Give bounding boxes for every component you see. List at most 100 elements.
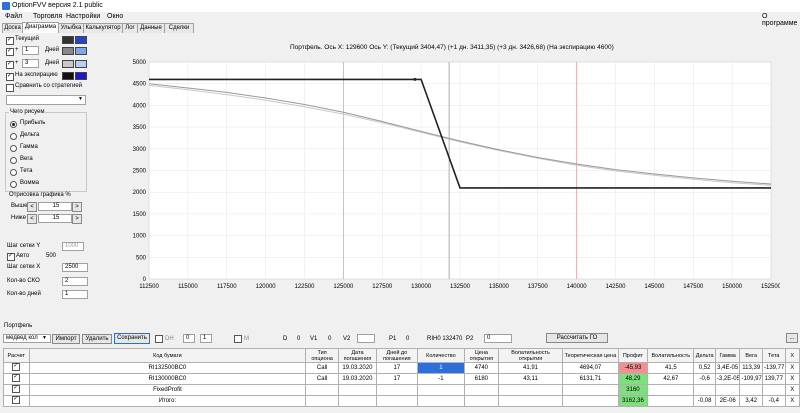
day1-input[interactable]: 1 bbox=[22, 46, 39, 55]
grid-y-input[interactable]: 1000 bbox=[62, 242, 84, 251]
days-cell[interactable]: 17 bbox=[375, 373, 418, 385]
v2-input[interactable] bbox=[357, 334, 375, 343]
remove-row-button[interactable]: X bbox=[784, 384, 800, 396]
col-type[interactable]: Тип опциона bbox=[305, 348, 339, 363]
menu-file[interactable]: Файл bbox=[5, 13, 22, 20]
code-cell[interactable]: FixedProfit bbox=[28, 384, 307, 396]
open-price-cell[interactable]: 6180 bbox=[463, 373, 499, 385]
expiry-cell[interactable]: 19.03.2020 bbox=[337, 373, 377, 385]
current-checkbox[interactable] bbox=[6, 36, 14, 45]
calc-checkbox-cell[interactable] bbox=[3, 373, 30, 385]
compare-checkbox[interactable] bbox=[6, 84, 14, 92]
menu-window[interactable]: Окно bbox=[107, 13, 123, 20]
chevron-down-icon[interactable]: ▼ bbox=[78, 96, 83, 102]
menu-settings[interactable]: Настройки bbox=[66, 13, 100, 20]
radio-delta[interactable] bbox=[10, 133, 17, 140]
current-color-swatch-2[interactable] bbox=[75, 36, 87, 44]
col-theo-price[interactable]: Теоретическая цена bbox=[562, 348, 619, 363]
col-profit[interactable]: Профит bbox=[617, 348, 649, 363]
col-qty[interactable]: Количество bbox=[416, 348, 465, 363]
day3-color-swatch-2[interactable] bbox=[75, 60, 87, 68]
col-vega[interactable]: Вега bbox=[739, 348, 763, 363]
expiration-color-swatch[interactable] bbox=[62, 72, 74, 80]
above-input[interactable]: 15 bbox=[38, 202, 72, 211]
strategy-select[interactable] bbox=[6, 95, 86, 105]
dh-checkbox[interactable] bbox=[155, 335, 163, 343]
calc-checkbox-cell[interactable] bbox=[3, 384, 30, 396]
delete-button[interactable]: Удалить bbox=[82, 334, 112, 344]
dh-input-2[interactable]: 1 bbox=[200, 334, 212, 343]
profit-chart[interactable]: 0 500 1000 1500 2000 2500 3000 3500 4000 4500 5000… bbox=[120, 55, 780, 300]
tab-smile[interactable]: Улыбка bbox=[58, 23, 84, 33]
tab-deals[interactable]: Сделки bbox=[164, 23, 194, 33]
open-vol-cell[interactable]: 43,11 bbox=[497, 373, 564, 385]
auto-checkbox[interactable] bbox=[7, 252, 15, 261]
type-cell[interactable]: Call bbox=[305, 373, 339, 385]
sko-input[interactable]: 2 bbox=[62, 277, 88, 286]
below-increment-button[interactable]: > bbox=[72, 214, 82, 224]
tab-calculator[interactable]: Калькулятор bbox=[83, 23, 123, 33]
menu-about[interactable]: О программе bbox=[762, 13, 800, 27]
table-row[interactable]: RI132500BC0 Call 19.03.2020 17 1 4740 41… bbox=[3, 362, 800, 374]
above-increment-button[interactable]: > bbox=[72, 202, 82, 212]
calc-checkbox-cell[interactable] bbox=[3, 395, 30, 407]
radio-vomma[interactable] bbox=[10, 181, 17, 188]
below-input[interactable]: 15 bbox=[38, 214, 72, 223]
col-expiry[interactable]: Дата погашения bbox=[337, 348, 377, 363]
row-checkbox[interactable] bbox=[12, 396, 21, 404]
tab-data[interactable]: Данные bbox=[137, 23, 165, 33]
below-decrement-button[interactable]: < bbox=[27, 214, 37, 224]
calc-checkbox-cell[interactable] bbox=[3, 362, 30, 374]
col-code[interactable]: Код бумаги bbox=[28, 348, 307, 363]
table-row[interactable]: RI130000BC0 Call 19.03.2020 17 -1 6180 4… bbox=[3, 373, 800, 385]
grid-x-input[interactable]: 2500 bbox=[62, 263, 88, 272]
current-color-swatch[interactable] bbox=[62, 36, 74, 44]
dh-input-1[interactable]: 0 bbox=[183, 334, 195, 343]
expiration-checkbox[interactable] bbox=[6, 72, 14, 81]
import-button[interactable]: Импорт bbox=[52, 334, 80, 344]
day1-color-swatch-2[interactable] bbox=[75, 47, 87, 55]
col-theta[interactable]: Тета bbox=[762, 348, 786, 363]
p2-input[interactable]: 0 bbox=[484, 334, 512, 343]
radio-profit[interactable] bbox=[10, 121, 17, 128]
days-input[interactable]: 1 bbox=[62, 290, 88, 299]
radio-vega[interactable] bbox=[10, 157, 17, 164]
remove-row-button[interactable]: X bbox=[784, 395, 800, 407]
code-cell[interactable]: RI130000BC0 bbox=[28, 373, 307, 385]
calc-margin-button[interactable]: Рассчитать ГО bbox=[546, 333, 608, 343]
col-gamma[interactable]: Гамма bbox=[714, 348, 741, 363]
row-checkbox[interactable] bbox=[12, 385, 21, 393]
qty-cell[interactable]: 1 bbox=[416, 362, 465, 374]
row-checkbox[interactable] bbox=[12, 374, 21, 382]
type-cell[interactable]: Call bbox=[305, 362, 339, 374]
expiry-cell[interactable]: 19.03.2020 bbox=[337, 362, 377, 374]
days-cell[interactable]: 17 bbox=[375, 362, 418, 374]
day1-color-swatch[interactable] bbox=[62, 47, 74, 55]
col-days[interactable]: Дней до погашения bbox=[375, 348, 418, 363]
col-volatility[interactable]: Волатильность bbox=[647, 348, 695, 363]
col-calc[interactable]: Расчет bbox=[3, 348, 30, 363]
col-open-vol[interactable]: Волатильность открытия bbox=[497, 348, 564, 363]
remove-row-button[interactable]: X bbox=[784, 373, 800, 385]
open-vol-cell[interactable]: 41,91 bbox=[497, 362, 564, 374]
expiration-color-swatch-2[interactable] bbox=[75, 72, 87, 80]
radio-theta[interactable] bbox=[10, 169, 17, 176]
menu-trading[interactable]: Торговля bbox=[33, 13, 62, 20]
tab-log[interactable]: Лог bbox=[122, 23, 138, 33]
above-decrement-button[interactable]: < bbox=[27, 202, 37, 212]
radio-gamma[interactable] bbox=[10, 145, 17, 152]
day1-checkbox[interactable] bbox=[6, 47, 14, 56]
col-open-price[interactable]: Цена открытия bbox=[463, 348, 499, 363]
open-price-cell[interactable]: 4740 bbox=[463, 362, 499, 374]
qty-cell[interactable]: -1 bbox=[416, 373, 465, 385]
save-button[interactable]: Сохранить bbox=[114, 333, 150, 344]
table-row[interactable]: FixedProfit 3160 X bbox=[3, 384, 800, 396]
row-checkbox[interactable] bbox=[12, 363, 21, 371]
day3-input[interactable]: 3 bbox=[22, 59, 39, 68]
portfolio-chevron-down-icon[interactable]: ▼ bbox=[42, 335, 47, 341]
m-checkbox[interactable] bbox=[234, 335, 242, 343]
more-button[interactable]: ... bbox=[786, 333, 798, 343]
day3-checkbox[interactable] bbox=[6, 60, 14, 69]
remove-row-button[interactable]: X bbox=[784, 362, 800, 374]
col-delta[interactable]: Дельта bbox=[693, 348, 716, 363]
